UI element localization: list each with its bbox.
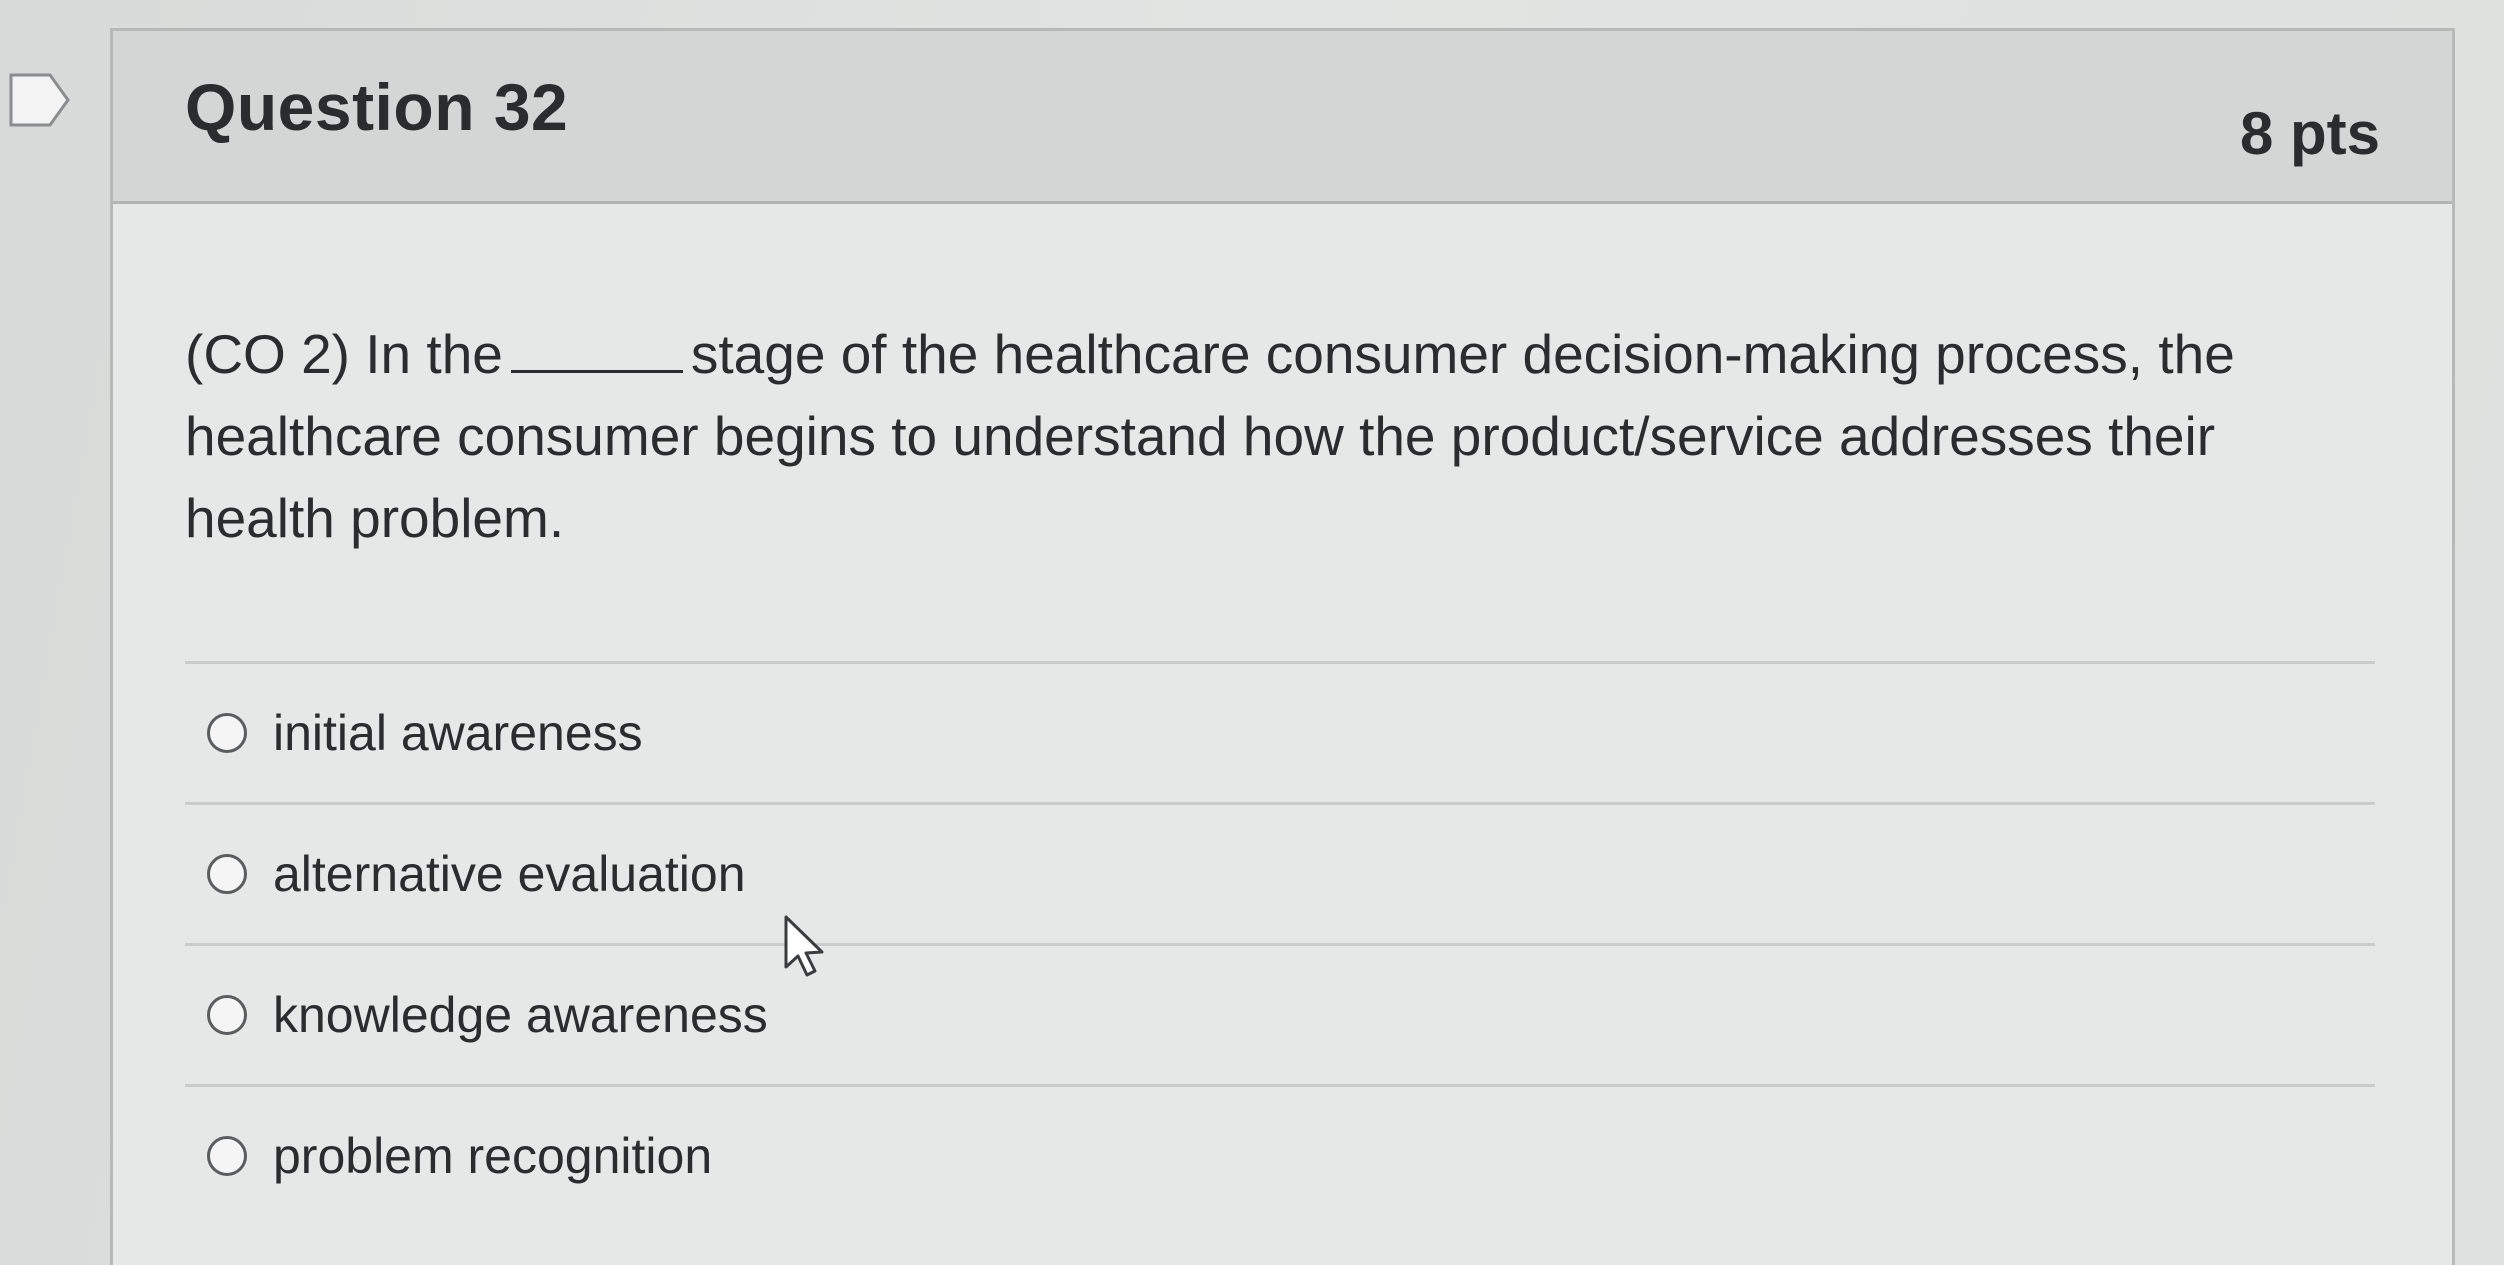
radio-button[interactable] [207,995,247,1035]
answer-option-knowledge-awareness[interactable]: knowledge awareness [185,946,2375,1084]
answer-label: alternative evaluation [273,846,746,902]
answer-label: problem recognition [273,1128,713,1184]
question-header: Question 32 8 pts [113,31,2452,204]
radio-button[interactable] [207,713,247,753]
answer-label: knowledge awareness [273,987,768,1043]
fill-in-blank [510,330,683,373]
question-points: 8 pts [2239,100,2380,167]
mouse-pointer-icon [784,915,824,977]
answer-option-initial-awareness[interactable]: initial awareness [185,664,2375,802]
question-text-start: (CO 2) In the [185,323,503,385]
question-title: Question 32 [185,70,569,144]
flag-question-icon[interactable] [8,72,72,128]
radio-button[interactable] [207,1136,247,1176]
radio-button[interactable] [207,854,247,894]
question-card: Question 32 8 pts (CO 2) In the stage of … [110,28,2455,1265]
answer-option-alternative-evaluation[interactable]: alternative evaluation [185,805,2375,943]
answer-list: initial awareness alternative evaluation… [185,661,2375,1225]
answer-label: initial awareness [273,705,643,761]
question-text: (CO 2) In the stage of the healthcare con… [185,313,2345,559]
quiz-page: Question 32 8 pts (CO 2) In the stage of … [0,0,2504,1265]
answer-option-problem-recognition[interactable]: problem recognition [185,1087,2375,1225]
